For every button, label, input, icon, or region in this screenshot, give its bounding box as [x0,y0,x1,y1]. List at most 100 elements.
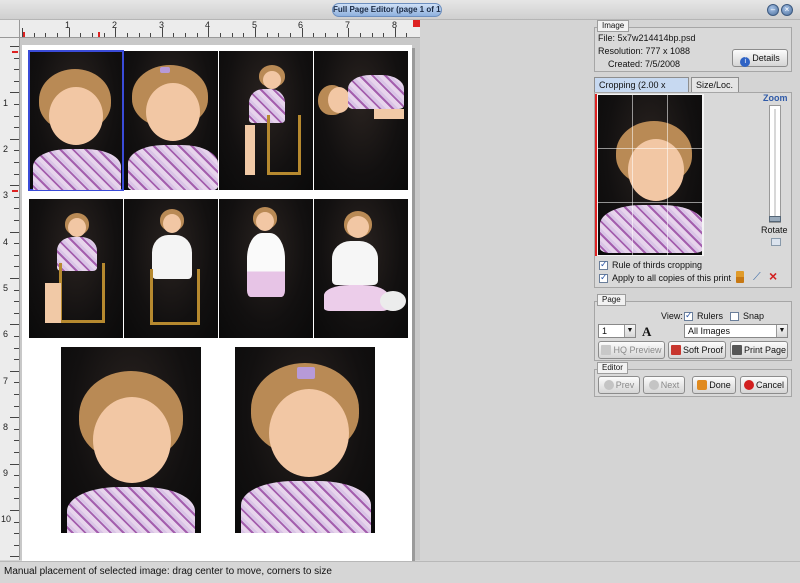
images-filter-value: All Images [688,326,731,336]
cropping-panel: Zoom Rotate Rule of thirds cropping Appl… [594,92,792,288]
arrow-right-icon [648,380,659,390]
ruler-tick [14,150,19,152]
ruler-margin-marker[interactable] [12,190,18,192]
next-label: Next [660,380,680,390]
cancel-button[interactable]: Cancel [740,376,788,394]
ruler-tick [14,405,19,407]
apply-all-checkbox[interactable] [599,272,608,283]
font-icon[interactable]: A [642,324,651,340]
ruler-tick [14,382,19,384]
snap-checkbox[interactable] [730,312,739,321]
photo-tile[interactable] [235,347,375,533]
ruler-tick [150,33,152,37]
photo-tile-selected[interactable] [28,50,124,191]
ruler-tick [14,80,19,82]
ruler-tick [14,440,19,442]
magic-wand-icon[interactable]: ⟋ [753,271,765,283]
ruler-margin-marker[interactable] [98,32,100,37]
minimize-icon[interactable]: – [767,4,779,16]
ruler-margin-marker[interactable] [23,32,25,37]
crop-edge-marker[interactable] [595,94,597,256]
rotate-icon[interactable] [771,238,781,246]
ruler-tick [220,33,222,37]
next-button[interactable]: Next [643,376,685,394]
hq-preview-button[interactable]: HQ Preview [598,341,665,359]
ruler-tick [115,28,117,37]
ruler-tick [14,544,19,546]
thirds-grid-line [667,95,668,255]
photo-tile[interactable] [314,51,408,190]
ruler-tick [14,104,19,105]
ruler-tick [371,33,373,37]
view-label: View: [661,311,683,321]
page-panel-title: Page [597,294,626,306]
zoom-slider[interactable] [769,105,781,223]
ruler-tick [14,533,19,535]
ruler-tick [14,69,19,71]
checkmark-icon [697,380,708,390]
photo-tile[interactable] [61,347,201,533]
page-number-select[interactable]: 1 ▼ [598,324,636,338]
ruler-tick [14,452,19,453]
printer-icon [731,345,742,355]
ruler-label: 4 [3,237,9,247]
ruler-tick [324,33,326,37]
ruler-tick [313,33,315,37]
ruler-tick [359,33,361,37]
ruler-margin-marker[interactable] [12,51,18,53]
soft-proof-icon [670,345,681,355]
paint-brush-icon[interactable] [736,271,744,283]
ruler-tick [14,475,19,477]
ruler-tick [14,521,19,523]
rulers-checkbox[interactable] [684,310,693,321]
details-button[interactable]: i Details [732,49,788,67]
thirds-grid-line [598,148,702,149]
ruler-tick [14,498,19,500]
close-icon[interactable]: × [781,4,793,16]
clear-x-icon[interactable]: × [769,269,783,283]
rotate-label: Rotate [761,225,788,235]
ruler-label: 1 [3,98,9,108]
ruler-tick [10,556,19,558]
ruler-tick [266,33,268,37]
photo-tile[interactable] [219,199,313,338]
image-panel: Image File: 5x7w214414bp.psd Resolution:… [594,20,792,72]
created-date-label: Created: 7/5/2008 [608,59,681,69]
prev-button[interactable]: Prev [598,376,640,394]
ruler-tick [161,28,163,37]
crop-preview-image[interactable] [598,95,702,255]
ruler-tick [10,324,19,326]
photo-tile[interactable] [124,51,218,190]
chevron-down-icon: ▼ [624,325,635,337]
rule-of-thirds-checkbox[interactable] [599,259,608,270]
ruler-tick [10,417,19,419]
status-text: Manual placement of selected image: drag… [4,566,332,577]
ruler-tick [289,33,291,37]
images-filter-select[interactable]: All Images ▼ [684,324,788,338]
ruler-tick [10,138,19,140]
print-page-button[interactable]: Print Page [730,341,788,359]
done-button[interactable]: Done [692,376,736,394]
done-label: Done [709,380,731,390]
ruler-tick [14,196,19,198]
zoom-slider-handle[interactable] [769,216,781,222]
soft-proof-button[interactable]: Soft Proof [668,341,726,359]
photo-tile[interactable] [314,199,408,338]
ruler-tick [14,428,19,430]
ruler-tick [10,370,19,372]
ruler-tick [348,28,350,37]
tab-size-location[interactable]: Size/Loc. [691,77,739,92]
ruler-end-marker[interactable] [413,20,420,27]
page-canvas: 1 2 3 4 5 6 7 8 1 2 3 4 5 6 7 8 9 10 [0,20,420,561]
ruler-tick [14,173,19,175]
ruler-tick [14,57,19,59]
ruler-tick [10,46,19,47]
photo-tile[interactable] [29,199,123,338]
ruler-tick [14,115,19,117]
ruler-label: 7 [3,376,9,386]
tab-cropping[interactable]: Cropping (2.00 x 3.00) [594,77,689,104]
photo-tile[interactable] [124,199,218,338]
arrow-left-icon [603,380,614,390]
photo-tile[interactable] [219,51,313,190]
apply-all-label: Apply to all copies of this print [612,273,732,283]
